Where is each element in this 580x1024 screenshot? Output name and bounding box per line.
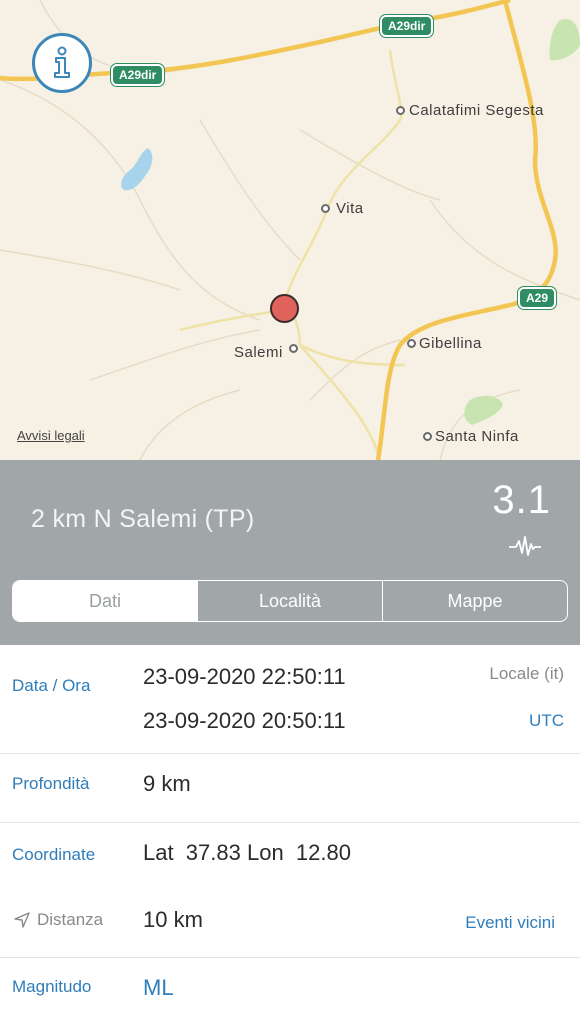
info-button[interactable] xyxy=(32,33,92,93)
row-date-time: Data / Ora 23-09-2020 22:50:11 Locale (i… xyxy=(0,645,580,753)
map-view[interactable]: A29dir A29dir A29 Calatafimi Segesta Vit… xyxy=(0,0,580,460)
event-location: 2 km N Salemi (TP) xyxy=(31,505,255,533)
date-time-label: Data / Ora xyxy=(12,676,91,695)
place-santa-ninfa: Santa Ninfa xyxy=(423,428,519,445)
depth-value: 9 km xyxy=(143,771,191,796)
coordinates-value: Lat 37.83 Lon 12.80 xyxy=(143,840,351,865)
seismograph-icon xyxy=(509,536,541,556)
legal-notice-link[interactable]: Avvisi legali xyxy=(17,428,85,443)
tab-bar: Dati Località Mappe xyxy=(12,580,568,622)
location-arrow-icon xyxy=(14,912,30,928)
road-shield-a29dir: A29dir xyxy=(111,64,165,86)
magnitude-type-value[interactable]: ML xyxy=(143,975,174,1001)
row-coordinates: Coordinate Lat 37.83 Lon 12.80 Distanza … xyxy=(0,822,580,957)
nearby-events-link[interactable]: Eventi vicini xyxy=(465,913,555,933)
place-vita: Vita xyxy=(321,200,364,217)
road-shield-a29: A29 xyxy=(518,287,557,309)
local-time-label: Locale (it) xyxy=(489,664,564,683)
tab-localita[interactable]: Località xyxy=(198,581,383,621)
row-magnitude: Magnitudo ML xyxy=(0,957,580,1024)
place-salemi: Salemi xyxy=(234,344,298,361)
utc-label[interactable]: UTC xyxy=(529,711,564,731)
coordinates-label: Coordinate xyxy=(12,845,96,864)
earthquake-marker[interactable] xyxy=(270,294,299,323)
tab-mappe[interactable]: Mappe xyxy=(383,581,567,621)
place-calatafimi: Calatafimi Segesta xyxy=(396,102,544,119)
road-shield-a29dir: A29dir xyxy=(380,15,434,37)
distance-value: 10 km xyxy=(143,907,203,932)
utc-time-value: 23-09-2020 20:50:11 xyxy=(143,708,346,733)
distance-label: Distanza xyxy=(37,910,104,929)
depth-label: Profondità xyxy=(12,774,90,793)
row-depth: Profondità 9 km xyxy=(0,753,580,822)
info-icon xyxy=(54,46,70,78)
magnitude-value: 3.1 xyxy=(492,478,551,522)
magnitude-label: Magnitudo xyxy=(12,977,92,996)
place-gibellina: Gibellina xyxy=(407,335,482,352)
distance-label-group: Distanza xyxy=(14,910,103,930)
local-time-value: 23-09-2020 22:50:11 xyxy=(143,664,346,689)
tab-dati[interactable]: Dati xyxy=(13,581,198,621)
lake-shape xyxy=(121,148,153,191)
